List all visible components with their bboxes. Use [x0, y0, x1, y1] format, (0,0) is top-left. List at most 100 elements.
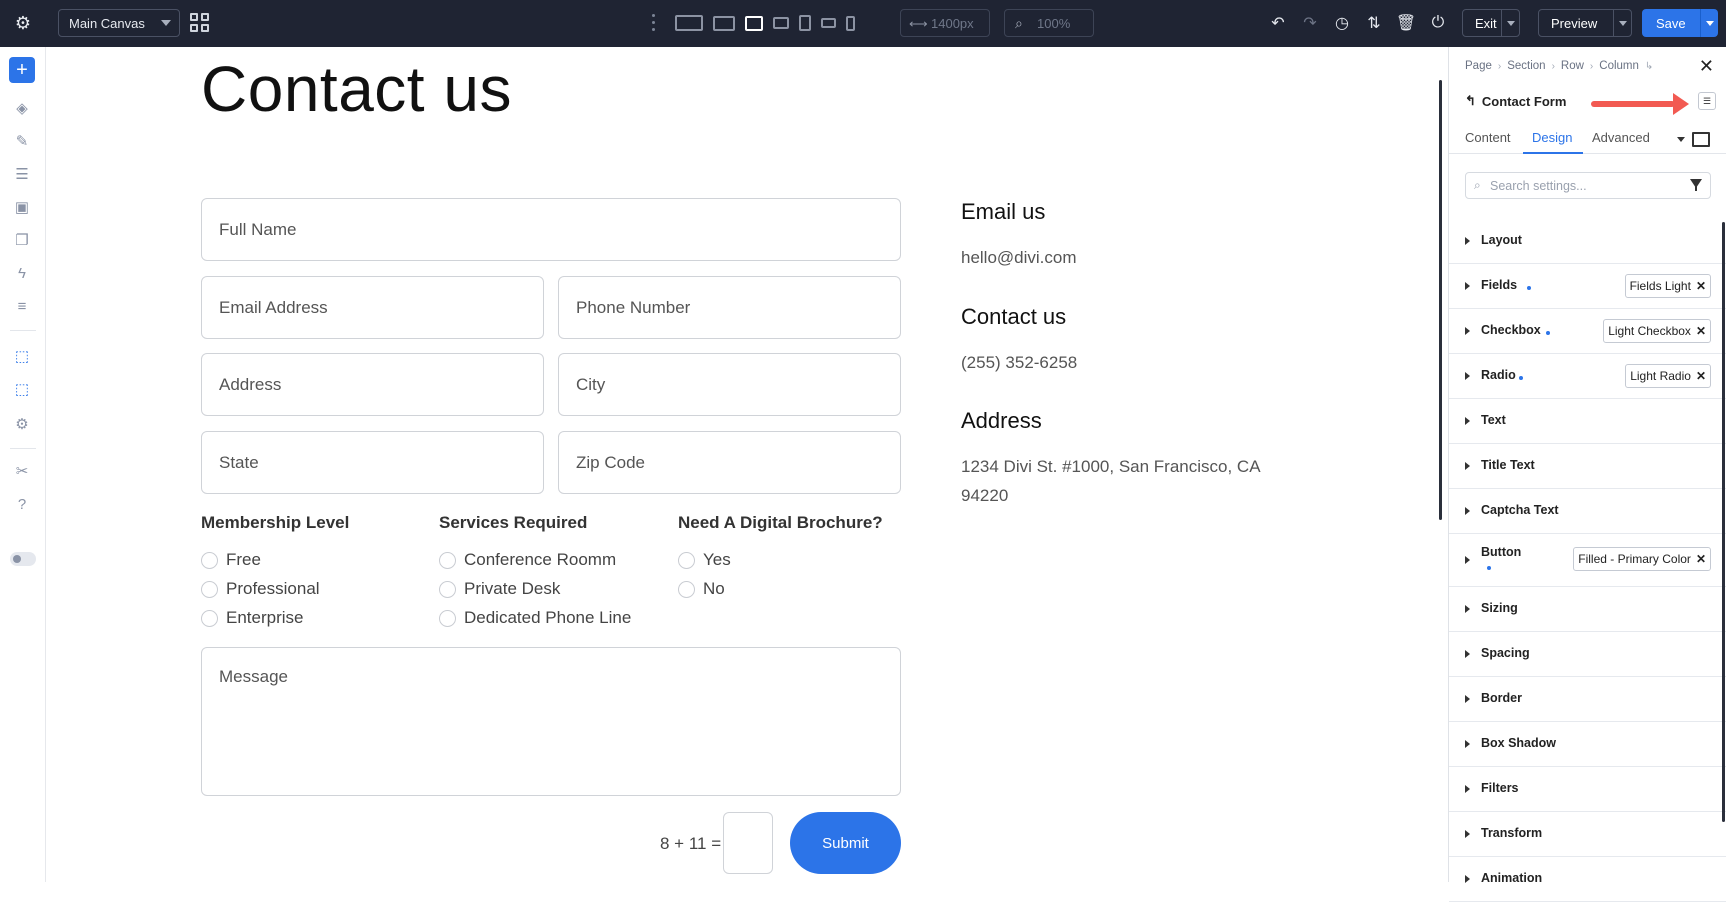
- device-switcher: [675, 12, 855, 34]
- lightning-icon[interactable]: ϟ: [11, 262, 33, 284]
- settings-gear-icon[interactable]: ⚙: [12, 12, 34, 34]
- tab-design[interactable]: Design: [1532, 130, 1572, 145]
- full-name-input[interactable]: Full Name: [201, 198, 901, 261]
- tools-icon[interactable]: ✂: [11, 460, 33, 482]
- undo-icon[interactable]: ↶: [1268, 12, 1288, 34]
- preset-badge[interactable]: Light Radio ✕: [1625, 364, 1711, 388]
- captcha-input[interactable]: [723, 812, 773, 874]
- zoom-field[interactable]: ⌕ 100%: [1004, 9, 1094, 37]
- zip-code-input[interactable]: Zip Code: [558, 431, 901, 494]
- exit-button[interactable]: Exit: [1462, 9, 1520, 37]
- settings-group-spacing[interactable]: Spacing: [1449, 632, 1726, 677]
- breadcrumb-page[interactable]: Page: [1465, 60, 1492, 72]
- settings-group-title-text[interactable]: Title Text: [1449, 444, 1726, 489]
- radio-option[interactable]: No: [678, 579, 725, 599]
- settings-group-text[interactable]: Text: [1449, 399, 1726, 444]
- settings-group-checkbox[interactable]: Checkbox Light Checkbox ✕: [1449, 309, 1726, 354]
- theme-builder-icon[interactable]: ⚙: [11, 413, 33, 435]
- settings-group-captcha-text[interactable]: Captcha Text: [1449, 489, 1726, 534]
- tab-content[interactable]: Content: [1465, 130, 1511, 145]
- phone-portrait-icon[interactable]: [846, 15, 855, 31]
- dark-mode-toggle[interactable]: [10, 552, 36, 566]
- trash-icon[interactable]: 🗑: [1396, 12, 1416, 34]
- pages-icon[interactable]: ❐: [11, 229, 33, 251]
- grid-apps-icon[interactable]: [190, 13, 210, 33]
- settings-group-animation[interactable]: Animation: [1449, 857, 1726, 902]
- design-brush-icon[interactable]: ✎: [11, 130, 33, 152]
- panel-scrollbar[interactable]: [1722, 222, 1725, 822]
- module-title: ↰ Contact Form: [1465, 93, 1566, 109]
- view-mode-icon[interactable]: [1692, 132, 1710, 147]
- address-input[interactable]: Address: [201, 353, 544, 416]
- top-toolbar: ⚙ Main Canvas ⟷ 1400px ⌕ 100% ↶ ↷ ◷ ⇅ 🗑 …: [0, 0, 1726, 47]
- desktop-icon[interactable]: [713, 15, 735, 31]
- settings-groups: Layout Fields Fields Light ✕ Checkbox Lig…: [1449, 219, 1726, 902]
- desktop-wide-icon[interactable]: [675, 15, 703, 31]
- close-icon: ✕: [1695, 552, 1706, 566]
- preview-dropdown-icon[interactable]: [1613, 10, 1631, 36]
- exit-label: Exit: [1475, 15, 1497, 31]
- checkbox-option[interactable]: Private Desk: [439, 579, 560, 599]
- radio-option[interactable]: Professional: [201, 579, 320, 599]
- history-clock-icon[interactable]: ◷: [1332, 12, 1352, 34]
- breadcrumb-row[interactable]: Row: [1561, 60, 1584, 72]
- close-icon[interactable]: ✕: [1699, 56, 1714, 77]
- layers-icon[interactable]: ◈: [11, 97, 33, 119]
- submit-button[interactable]: Submit: [790, 812, 901, 874]
- exit-dropdown-icon[interactable]: [1501, 10, 1519, 36]
- power-icon[interactable]: ⏻: [1428, 12, 1448, 34]
- preset-badge[interactable]: Fields Light ✕: [1624, 274, 1711, 298]
- phone-input[interactable]: Phone Number: [558, 276, 901, 339]
- cursor-select-icon[interactable]: ⬚: [11, 345, 33, 367]
- phone-landscape-icon[interactable]: [821, 18, 836, 28]
- settings-group-radio[interactable]: Radio Light Radio ✕: [1449, 354, 1726, 399]
- tablet-portrait-icon[interactable]: [799, 15, 811, 31]
- laptop-icon[interactable]: [745, 15, 763, 31]
- settings-group-sizing[interactable]: Sizing: [1449, 587, 1726, 632]
- email-input[interactable]: Email Address: [201, 276, 544, 339]
- settings-group-fields[interactable]: Fields Fields Light ✕: [1449, 264, 1726, 309]
- breadcrumb-section[interactable]: Section: [1507, 60, 1545, 72]
- tablet-landscape-icon[interactable]: [773, 17, 789, 29]
- checkbox-option[interactable]: Conference Roomm: [439, 550, 616, 570]
- settings-group-filters[interactable]: Filters: [1449, 767, 1726, 812]
- sliders-icon[interactable]: ≡: [11, 295, 33, 317]
- settings-group-transform[interactable]: Transform: [1449, 812, 1726, 857]
- radio-option[interactable]: Free: [201, 550, 261, 570]
- multi-select-icon[interactable]: ⬚: [11, 378, 33, 400]
- preset-badge[interactable]: Filled - Primary Color ✕: [1573, 547, 1711, 571]
- state-input[interactable]: State: [201, 431, 544, 494]
- save-button[interactable]: Save: [1642, 9, 1718, 37]
- redo-icon[interactable]: ↷: [1300, 12, 1320, 34]
- message-textarea[interactable]: Message: [201, 647, 901, 796]
- tab-advanced[interactable]: Advanced: [1592, 130, 1650, 145]
- active-tab-indicator: [1523, 152, 1583, 154]
- search-settings-input[interactable]: ⌕ Search settings...: [1465, 172, 1711, 199]
- more-vertical-icon[interactable]: [652, 14, 656, 32]
- preview-button[interactable]: Preview: [1538, 9, 1632, 37]
- city-input[interactable]: City: [558, 353, 901, 416]
- add-module-icon[interactable]: +: [9, 57, 35, 83]
- settings-group-border[interactable]: Border: [1449, 677, 1726, 722]
- canvas-width-field[interactable]: ⟷ 1400px: [900, 9, 990, 37]
- save-dropdown-icon[interactable]: [1700, 9, 1718, 37]
- checkbox-option[interactable]: Dedicated Phone Line: [439, 608, 631, 628]
- library-icon[interactable]: ▣: [11, 196, 33, 218]
- radio-option[interactable]: Yes: [678, 550, 731, 570]
- radio-option[interactable]: Enterprise: [201, 608, 303, 628]
- canvas-select[interactable]: Main Canvas: [58, 9, 180, 37]
- sort-arrows-icon[interactable]: ⇅: [1364, 12, 1384, 34]
- view-dropdown-icon[interactable]: [1677, 137, 1685, 142]
- database-icon[interactable]: ☰: [11, 163, 33, 185]
- help-icon[interactable]: ?: [11, 493, 33, 515]
- breadcrumb-column[interactable]: Column: [1599, 60, 1639, 72]
- preset-badge[interactable]: Light Checkbox ✕: [1603, 319, 1711, 343]
- preset-options-icon[interactable]: ☰: [1698, 92, 1716, 110]
- canvas-scrollbar[interactable]: [1439, 80, 1442, 520]
- back-arrow-icon[interactable]: ↰: [1465, 93, 1476, 109]
- settings-group-box-shadow[interactable]: Box Shadow: [1449, 722, 1726, 767]
- filter-icon[interactable]: [1690, 179, 1702, 191]
- email-heading: Email us: [961, 199, 1046, 224]
- settings-group-layout[interactable]: Layout: [1449, 219, 1726, 264]
- settings-group-button[interactable]: Button Filled - Primary Color ✕: [1449, 534, 1726, 587]
